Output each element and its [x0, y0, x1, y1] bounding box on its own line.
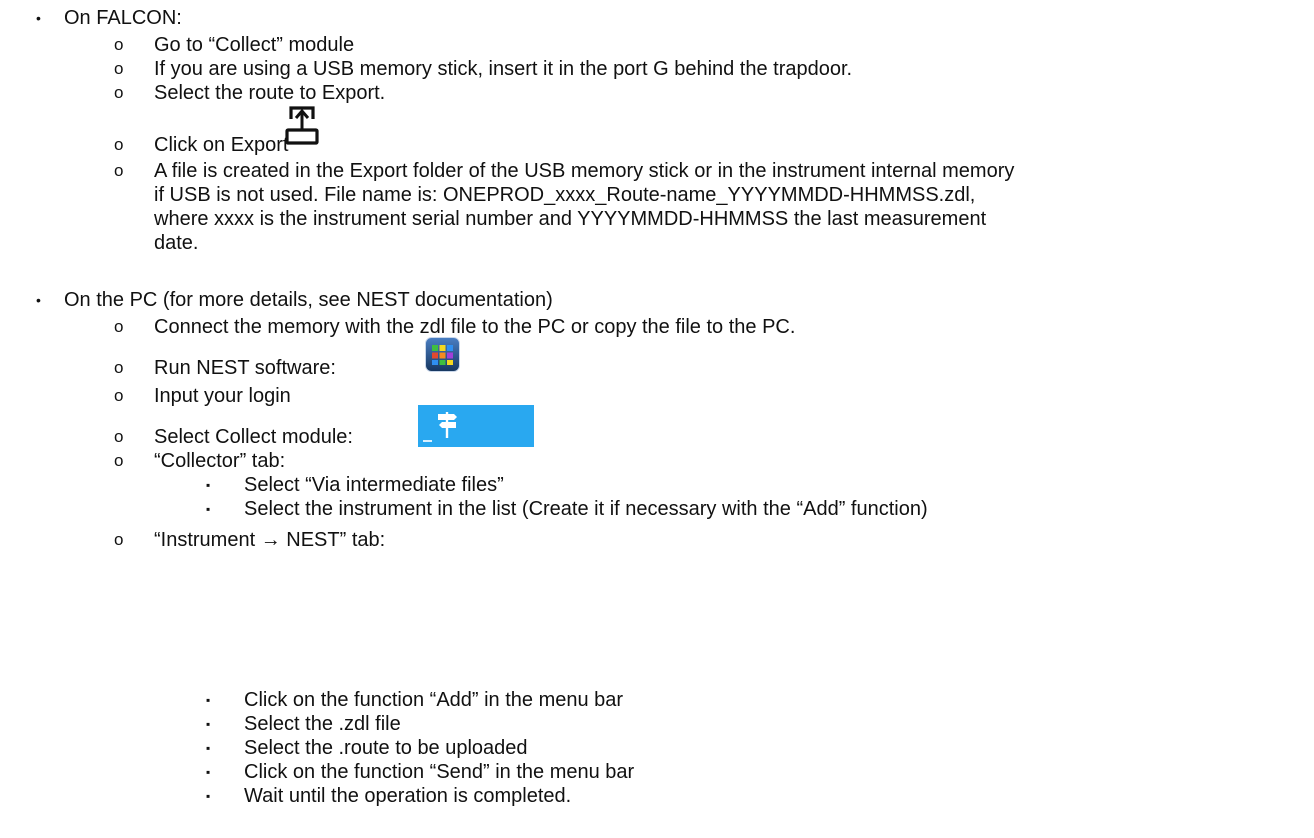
- bullet: ▪: [206, 478, 211, 492]
- bullet: ▪: [206, 502, 211, 516]
- bullet: ▪: [206, 765, 211, 779]
- bullet: •: [36, 292, 41, 308]
- list-item: “Collector” tab:: [154, 450, 286, 472]
- list-item: “Instrument → NEST” tab:: [154, 529, 386, 551]
- list-item: Connect the memory with the zdl file to …: [154, 316, 796, 338]
- bullet: o: [114, 161, 124, 180]
- bullet: ▪: [206, 693, 211, 707]
- list-item: Select Collect module:: [154, 426, 353, 448]
- document-page: { "falcon": { "heading": "On FALCON:", "…: [0, 0, 1314, 838]
- sub-list-item: Select the .zdl file: [244, 713, 401, 735]
- bullet: o: [114, 386, 124, 405]
- bullet: o: [114, 135, 124, 154]
- section-heading-falcon: On FALCON:: [64, 7, 182, 29]
- bullet: o: [114, 35, 124, 54]
- list-item: If you are using a USB memory stick, ins…: [154, 58, 853, 80]
- list-item: A file is created in the Export folder o…: [154, 160, 1015, 182]
- sub-list-item: Click on the function “Send” in the menu…: [244, 761, 635, 783]
- bullet: o: [114, 427, 124, 446]
- collect-module-icon: [418, 405, 534, 447]
- sub-list-item: Wait until the operation is completed.: [244, 785, 572, 807]
- bullet: o: [114, 83, 124, 102]
- bullet: •: [36, 10, 41, 26]
- export-icon: [285, 106, 319, 145]
- bullet: o: [114, 59, 124, 78]
- bullet: ▪: [206, 789, 211, 803]
- bullet: ▪: [206, 717, 211, 731]
- sub-list-item: Click on the function “Add” in the menu …: [244, 689, 624, 711]
- list-item: Run NEST software:: [154, 357, 336, 379]
- list-item: Input your login: [154, 385, 291, 407]
- list-item: Select the route to Export.: [154, 82, 386, 104]
- bullet: ▪: [206, 741, 211, 755]
- sub-list-item: Select “Via intermediate files”: [244, 474, 504, 496]
- sub-list-item: Select the .route to be uploaded: [244, 737, 528, 759]
- list-item-continuation: date.: [154, 232, 199, 254]
- list-item: Click on Export: [154, 134, 289, 156]
- bullet: o: [114, 530, 124, 549]
- list-item: Go to “Collect” module: [154, 34, 355, 56]
- nest-app-icon: [425, 337, 460, 372]
- list-item-continuation: if USB is not used. File name is: ONEPRO…: [154, 184, 976, 206]
- sub-list-item: Select the instrument in the list (Creat…: [244, 498, 928, 520]
- bullet: o: [114, 451, 124, 470]
- bullet: o: [114, 317, 124, 336]
- section-heading-pc: On the PC (for more details, see NEST do…: [64, 289, 553, 311]
- list-item-continuation: where xxxx is the instrument serial numb…: [154, 208, 987, 230]
- bullet: o: [114, 358, 124, 377]
